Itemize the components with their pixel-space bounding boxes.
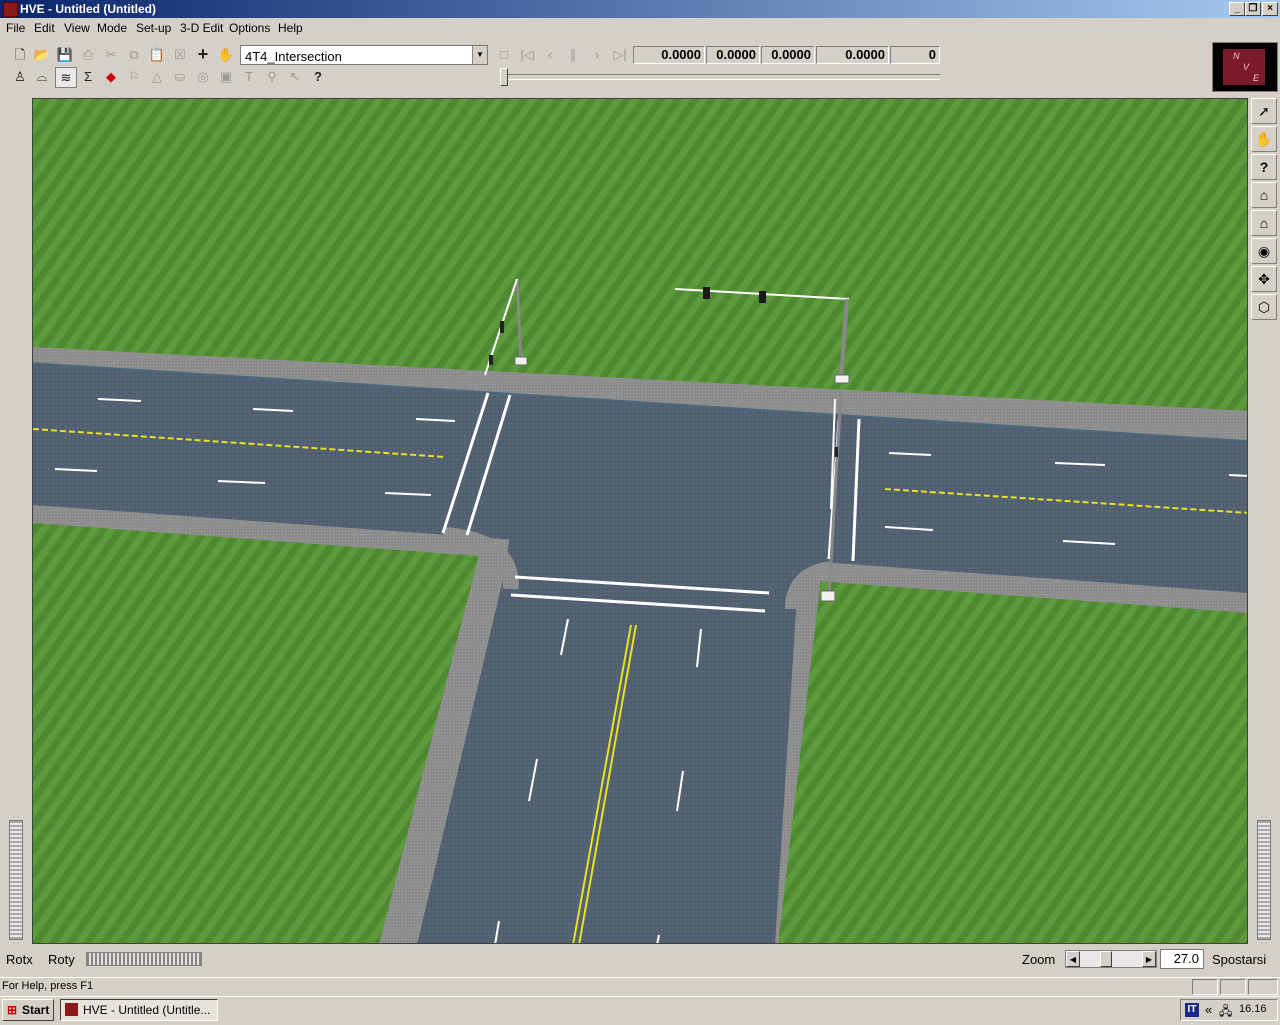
readout-y: 0.0000 [761,46,815,64]
flag-icon[interactable]: ⚐ [124,67,144,86]
timeline-thumb[interactable] [500,68,508,86]
rotx-label: Rotx [6,952,33,967]
delete-icon[interactable]: ☒ [170,45,190,64]
tray-chevron-icon[interactable]: « [1205,1002,1212,1017]
status-pane-3 [1248,979,1278,995]
title-bar: HVE - Untitled (Untitled) _ ❐ × [0,0,1280,18]
zoom-thumb[interactable] [1100,951,1112,967]
move-icon[interactable]: ✥ [1251,266,1277,292]
left-vertical-slider[interactable] [9,820,23,940]
compass-widget: N V E [1212,42,1278,92]
chevron-down-icon[interactable]: ▼ [472,46,487,64]
scroll-right-icon[interactable]: ▶ [1142,951,1156,967]
minimize-button[interactable]: _ [1229,2,1245,16]
start-button[interactable]: ⊞ Start [2,999,54,1021]
menu-help[interactable]: Help [278,21,303,35]
scene-select[interactable]: 4T4_Intersection ▼ [240,45,488,65]
pan-label: Spostarsi [1212,952,1267,967]
windows-logo-icon: ⊞ [7,1003,18,1017]
paste-icon[interactable]: 📋 [147,45,167,64]
readout-time: 0.0000 [633,46,705,64]
zoom-value-field[interactable]: 27.0 [1160,949,1204,969]
start-label: Start [22,1003,50,1017]
print-icon[interactable]: ⎙ [78,45,98,64]
cube-icon[interactable]: ⬡ [1251,294,1277,320]
home-icon[interactable]: ⌂ [1251,182,1277,208]
hand-icon[interactable]: ✋ [1251,126,1277,152]
menu-3d-edit[interactable]: 3-D Edit [180,21,223,35]
zoom-label: Zoom [1022,952,1056,967]
window-title: HVE - Untitled (Untitled) [20,2,156,16]
add-icon[interactable]: + [193,45,213,64]
compass-e: E [1253,73,1260,83]
pin-icon[interactable]: ⚲ [262,67,282,86]
compass-v: V [1243,62,1250,72]
stop-icon[interactable]: □ [494,45,514,64]
network-icon[interactable]: 🖧 [1219,1002,1232,1023]
cone-icon[interactable]: △ [147,67,167,86]
right-vertical-slider[interactable] [1257,820,1271,940]
save-icon[interactable]: 💾 [55,45,75,64]
menu-setup[interactable]: Set-up [136,21,171,35]
cut-icon[interactable]: ✂ [101,45,121,64]
close-button[interactable]: × [1262,2,1278,16]
timeline-track[interactable] [500,74,940,80]
scroll-left-icon[interactable]: ◀ [1066,951,1080,967]
app-icon [3,2,18,17]
vehicle-icon[interactable]: ⌓ [32,67,52,86]
environment-icon[interactable]: ≋ [55,67,77,88]
clock[interactable]: 16.16 [1239,1003,1267,1015]
drum-icon[interactable]: ⛀ [170,67,190,86]
menu-file[interactable]: File [6,21,25,35]
text-tool-icon[interactable]: T [239,67,259,86]
ring-icon[interactable]: ◎ [193,67,213,86]
menu-edit[interactable]: Edit [34,21,55,35]
system-tray: IT « 🖧 16.16 [1180,999,1278,1021]
compass-n: N [1233,51,1240,61]
step-forward-icon[interactable]: › [587,45,607,64]
menu-bar: File Edit View Mode Set-up 3-D Edit Opti… [0,18,1280,38]
rewind-icon[interactable]: |◁ [517,45,537,64]
menu-options[interactable]: Options [229,21,270,35]
pointer-icon[interactable]: ➚ [1251,98,1277,124]
roty-label: Roty [48,952,75,967]
readout-z: 0.0000 [816,46,889,64]
restore-button[interactable]: ❐ [1245,2,1261,16]
pause-icon[interactable]: ∥ [563,45,583,64]
readout-x: 0.0000 [706,46,760,64]
event-icon[interactable]: ◆ [101,67,121,86]
step-back-icon[interactable]: ‹ [540,45,560,64]
readout-frame: 0 [890,46,940,64]
status-pane-2 [1220,979,1246,995]
box-icon[interactable]: ▣ [216,67,236,86]
arrow-tool-icon[interactable]: ↖ [285,67,305,86]
language-indicator[interactable]: IT [1185,1003,1199,1017]
status-pane-1 [1192,979,1218,995]
sigma-icon[interactable]: Σ [78,67,98,86]
copy-icon[interactable]: ⧉ [124,45,144,64]
hve-app-icon [65,1003,78,1016]
question-icon[interactable]: ? [1251,154,1277,180]
scene-select-value: 4T4_Intersection [245,49,342,64]
new-file-icon[interactable]: 🗋 [10,45,30,64]
menu-view[interactable]: View [64,21,90,35]
open-folder-icon[interactable]: 📂 [32,45,52,64]
menu-mode[interactable]: Mode [97,21,127,35]
taskbar-hve-button[interactable]: HVE - Untitled (Untitle... [60,999,218,1021]
eye-icon[interactable]: ◉ [1251,238,1277,264]
fast-forward-icon[interactable]: ▷| [610,45,630,64]
status-text: For Help, press F1 [2,980,94,992]
hand-grab-icon[interactable]: ✋ [216,45,236,64]
zoom-scrollbar[interactable]: ◀ ▶ [1065,950,1157,968]
home-arrow-icon[interactable]: ⌂ [1251,210,1277,236]
status-bar: For Help, press F1 [0,977,1280,996]
help-context-icon[interactable]: ? [308,67,328,86]
3d-viewport[interactable] [32,98,1248,944]
person-icon[interactable]: ♙ [10,67,30,86]
taskbar-hve-label: HVE - Untitled (Untitle... [83,1003,211,1017]
roty-slider[interactable] [86,952,202,966]
